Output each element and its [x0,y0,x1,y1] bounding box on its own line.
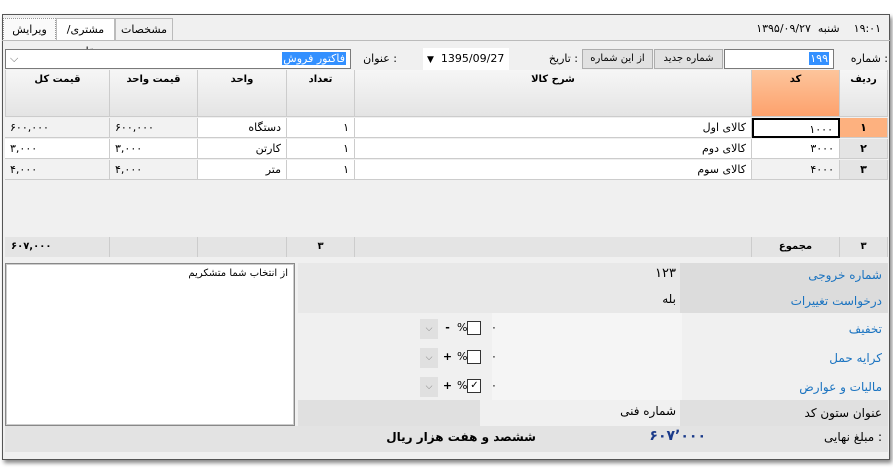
tab-specs[interactable]: مشخصات [115,18,173,41]
chevron-down-icon: ⌵ [10,52,19,65]
freight-controls: ⌵ + % ۰ [420,347,505,368]
cell-qty[interactable]: ۱ [287,139,355,159]
from-number-button[interactable]: از این شماره [582,49,653,69]
code-column-label: عنوان ستون کد [804,406,882,420]
cell-unit[interactable]: دستگاه [198,118,287,138]
chevron-down-icon[interactable]: ⌵ [420,319,438,339]
freight-value[interactable]: ۰ [491,350,497,363]
change-request-value: بله [662,292,676,306]
chevron-down-icon[interactable]: ⌵ [420,377,438,397]
total-count: ۳ [840,237,888,257]
col-unit-price[interactable]: قیمت واحد [110,70,198,117]
cell-qty[interactable]: ۱ [287,118,355,138]
freight-label: کرایه حمل [829,351,882,365]
cell-total[interactable]: ۶۰۰,۰۰۰ [5,118,110,138]
total-label: مجموع [752,237,840,257]
final-amount-words: ششصد و هفت هزار ریال [386,430,536,444]
number-value: ۱۹۹ [809,52,829,65]
cell-code[interactable]: ۱۰۰۰ [752,118,840,138]
cell-code[interactable]: ۳۰۰۰ [752,139,840,159]
cell-desc[interactable]: کالای دوم [355,139,752,159]
tax-value[interactable]: ۰ [491,379,497,392]
cell-total[interactable]: ۳,۰۰۰ [5,139,110,159]
discount-controls: ⌵ - % ۰ [420,318,505,339]
percent-symbol: % [457,379,468,392]
date-picker[interactable]: ▼ 1395/09/27 [423,48,509,70]
col-total-price[interactable]: قیمت کل [5,70,110,117]
cell-desc[interactable]: کالای سوم [355,160,752,180]
cell-row[interactable]: ۲ [840,139,888,159]
title-combobox[interactable]: ⌵ فاکتور فروش [5,49,351,69]
cell-qty[interactable]: ۱ [287,160,355,180]
cell-unit_price[interactable]: ۶۰۰,۰۰۰ [110,118,198,138]
tax-controls: ⌵ + % ✓ ۰ [420,376,505,397]
discount-sign[interactable]: - [442,318,454,338]
change-request-label: درخواست تغییرات [790,294,882,308]
tax-sign[interactable]: + [442,376,454,396]
tab-customer[interactable]: مشتری/متقاضی [56,18,115,58]
new-number-button[interactable]: شماره جدید [654,49,723,69]
discount-value[interactable]: ۰ [491,321,497,334]
cell-row[interactable]: ۳ [840,160,888,180]
tax-label: مالیات و عوارض [799,380,882,394]
header-datetime: ۱۹:۰۱ شنبه ۱۳۹۵/۰۹/۲۷ [756,22,881,35]
cell-row[interactable]: ۱ [840,118,888,138]
title-label: عنوان : [363,52,397,65]
freight-percent-checkbox[interactable] [467,350,482,364]
date-value: 1395/09/27 [440,52,505,65]
percent-symbol: % [457,350,468,363]
total-sum: ۶۰۷,۰۰۰ [5,237,110,257]
cell-unit_price[interactable]: ۳,۰۰۰ [110,139,198,159]
total-unit-price-empty [110,237,198,257]
total-quantity: ۳ [287,237,355,257]
chevron-down-icon: ▼ [427,55,434,65]
col-description[interactable]: شرح کالا [355,70,752,117]
discount-label: تخفیف [848,322,882,336]
output-number-value: ۱۲۳ [655,266,676,281]
col-row[interactable]: ردیف [840,70,888,117]
final-amount: ۶۰۷٬۰۰۰ [649,428,706,444]
freight-sign[interactable]: + [442,347,454,367]
code-column-value[interactable]: شماره فنی [480,404,676,418]
number-input[interactable]: ۱۹۹ [724,49,834,69]
cell-unit[interactable]: متر [198,160,287,180]
discount-percent-checkbox[interactable] [467,321,482,335]
header-date: ۱۳۹۵/۰۹/۲۷ [756,22,811,35]
title-value: فاکتور فروش [282,52,346,65]
total-unit-empty [198,237,287,257]
percent-symbol: % [457,321,468,334]
note-textarea[interactable]: از انتخاب شما متشکریم [5,263,295,426]
date-label: تاریخ : [548,52,578,65]
cell-unit_price[interactable]: ۴,۰۰۰ [110,160,198,180]
chevron-down-icon[interactable]: ⌵ [420,348,438,368]
tax-percent-checkbox[interactable]: ✓ [467,379,482,393]
final-amount-label: مبلغ نهایی : [824,430,882,444]
col-unit[interactable]: واحد [198,70,287,117]
col-code[interactable]: کد [752,70,840,117]
cell-total[interactable]: ۴,۰۰۰ [5,160,110,180]
col-quantity[interactable]: تعداد [287,70,355,117]
header-day: شنبه [817,22,840,35]
cell-desc[interactable]: کالای اول [355,118,752,138]
cell-unit[interactable]: کارتن [198,139,287,159]
tab-divider [2,40,890,41]
total-desc-empty [355,237,752,257]
tab-edit[interactable]: ویرایش [3,18,56,41]
cell-code[interactable]: ۴۰۰۰ [752,160,840,180]
number-label: شماره : [850,52,888,65]
output-number-label: شماره خروجی [808,268,882,282]
header-time: ۱۹:۰۱ [853,22,881,35]
adjustments-value-bg [492,313,682,401]
